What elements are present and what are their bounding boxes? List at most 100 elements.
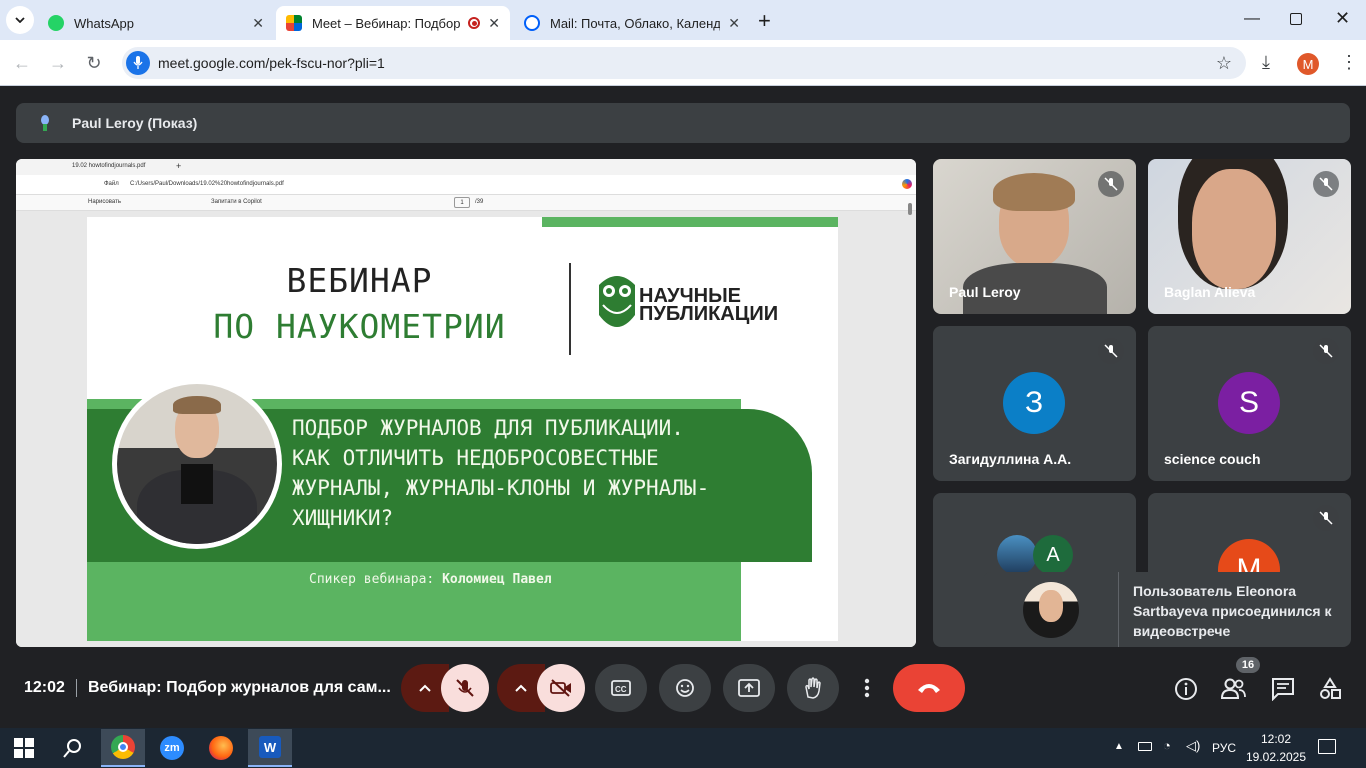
microphone-icon	[126, 51, 150, 75]
forward-button[interactable]: →	[48, 53, 68, 74]
presenter-label: Paul Leroy (Показ)	[72, 115, 198, 131]
emoji-icon	[676, 679, 694, 697]
participant-tile[interactable]: S science couch	[1148, 326, 1351, 481]
recording-icon	[468, 17, 481, 29]
participant-tile[interactable]: Baglan Alieva	[1148, 159, 1351, 314]
hang-up-icon	[918, 684, 940, 693]
pdf-draw-label: Нарисовать	[88, 199, 121, 205]
notifications-icon[interactable]	[1318, 739, 1336, 754]
speaker-line: Спикер вебинара: Коломиец Павел	[309, 572, 552, 587]
leave-call-button[interactable]	[893, 664, 965, 712]
speaker-photo	[112, 379, 282, 549]
whatsapp-icon	[48, 15, 64, 31]
downloads-icon[interactable]: ⤓	[1262, 52, 1270, 73]
chat-button[interactable]	[1271, 677, 1295, 706]
participant-name: Paul Leroy	[949, 284, 1021, 300]
browser-menu-icon[interactable]: ⋮	[1340, 52, 1358, 73]
chevron-up-icon	[515, 684, 527, 692]
camera-off-icon	[550, 679, 571, 697]
search-icon[interactable]	[63, 738, 83, 763]
bookmark-star-icon[interactable]: ☆	[1216, 53, 1232, 74]
raise-hand-button[interactable]	[787, 664, 839, 712]
copilot-icon	[902, 179, 912, 189]
speaker-label: Спикер вебинара:	[309, 572, 435, 587]
close-icon[interactable]: ✕	[252, 15, 264, 32]
windows-start-icon[interactable]	[14, 738, 34, 763]
tab-mail[interactable]: Mail: Почта, Облако, Календар ✕	[514, 6, 750, 40]
pdf-page-input: 1	[454, 197, 470, 208]
participant-count-badge: 16	[1236, 657, 1260, 673]
minimize-button[interactable]: —	[1244, 10, 1260, 28]
language-indicator[interactable]: РУС	[1212, 741, 1236, 755]
reactions-button[interactable]	[659, 664, 711, 712]
hand-icon	[805, 677, 821, 699]
chevron-down-icon	[15, 17, 25, 23]
tab-title: Meet – Вебинар: Подбор жу	[312, 15, 462, 31]
pdf-toolbar: Нарисовать Запитати в Copilot 1 /39	[16, 195, 916, 211]
pdf-path: C:/Users/Paul/Downloads/19.02%20howtofin…	[130, 181, 284, 187]
maximize-button[interactable]	[1290, 13, 1302, 25]
address-bar[interactable]: meet.google.com/pek-fscu-nor?pli=1 ☆	[122, 47, 1246, 79]
activities-icon	[1320, 677, 1341, 699]
present-icon	[738, 679, 760, 697]
pdf-file-label: Файл	[104, 181, 119, 187]
topic-line: ХИЩНИКИ?	[292, 506, 394, 530]
participant-tile[interactable]: З Загидуллина А.А.	[933, 326, 1136, 481]
firefox-icon[interactable]	[209, 736, 233, 760]
close-icon[interactable]: ✕	[488, 15, 500, 32]
chevron-up-icon	[419, 684, 431, 692]
meeting-info-button[interactable]	[1174, 677, 1198, 706]
window-close-button[interactable]: ✕	[1335, 8, 1350, 29]
pdf-scrollbar	[908, 203, 912, 215]
join-notification: Пользователь Eleonora Sartbayeva присоед…	[983, 572, 1342, 647]
tab-title: Mail: Почта, Облако, Календар	[550, 15, 721, 31]
taskbar-date: 19.02.2025	[1245, 750, 1307, 764]
topic-line: КАК ОТЛИЧИТЬ НЕДОБРОСОВЕСТНЫЕ	[292, 446, 659, 470]
battery-icon	[1138, 742, 1152, 751]
mic-off-icon	[456, 679, 474, 697]
meeting-title: Вебинар: Подбор журналов для сам...	[88, 679, 391, 696]
tab-search-button[interactable]	[6, 6, 34, 34]
slide-title-line2: ПО НАУКОМЕТРИИ	[213, 307, 506, 346]
pdf-page-total: /39	[475, 199, 484, 205]
activities-button[interactable]	[1318, 677, 1342, 706]
camera-toggle-button[interactable]	[537, 664, 585, 712]
brand-line2: ПУБЛИКАЦИИ	[639, 303, 779, 325]
svg-text:CC: CC	[615, 685, 627, 694]
participant-name: Baglan Alieva	[1164, 284, 1256, 300]
close-icon[interactable]: ✕	[728, 15, 740, 32]
captions-icon: CC	[611, 680, 631, 696]
meeting-time: 12:02	[24, 679, 65, 696]
participant-avatar: S	[1218, 372, 1280, 434]
zoom-icon[interactable]: zm	[160, 736, 184, 760]
info-icon	[1175, 678, 1197, 700]
toast-divider	[1118, 572, 1119, 647]
profile-avatar[interactable]: M	[1297, 53, 1319, 75]
presentation-bar: Paul Leroy (Показ)	[16, 103, 1350, 143]
microphone-toggle-button[interactable]	[441, 664, 489, 712]
people-icon	[1220, 678, 1246, 699]
participant-avatar: З	[1003, 372, 1065, 434]
participant-tile[interactable]: Paul Leroy	[933, 159, 1136, 314]
tray-chevron-icon[interactable]: ▲	[1114, 741, 1124, 752]
toast-avatar	[1023, 582, 1079, 638]
present-screen-button[interactable]	[723, 664, 775, 712]
chrome-taskbar-button[interactable]	[101, 729, 145, 767]
pointer-icon	[41, 115, 49, 131]
word-taskbar-button[interactable]: W	[248, 729, 292, 767]
slide-top-accent	[542, 217, 838, 227]
participant-avatar: A	[1033, 535, 1073, 575]
new-tab-button[interactable]: +	[758, 8, 771, 34]
chat-icon	[1272, 678, 1294, 702]
topic-line: ЖУРНАЛЫ, ЖУРНАЛЫ-КЛОНЫ И ЖУРНАЛЫ-	[292, 476, 710, 500]
tab-meet[interactable]: Meet – Вебинар: Подбор жу ✕	[276, 6, 510, 40]
slide-topic: ПОДБОР ЖУРНАЛОВ ДЛЯ ПУБЛИКАЦИИ. КАК ОТЛИ…	[292, 413, 709, 533]
meeting-divider	[76, 679, 77, 697]
more-options-button[interactable]	[851, 664, 883, 712]
wifi-icon: ◔	[1163, 738, 1171, 753]
captions-button[interactable]: CC	[595, 664, 647, 712]
people-button[interactable]	[1220, 677, 1246, 704]
reload-button[interactable]: ↻	[84, 53, 104, 74]
tab-whatsapp[interactable]: WhatsApp ✕	[38, 6, 274, 40]
back-button[interactable]: ←	[12, 53, 32, 74]
